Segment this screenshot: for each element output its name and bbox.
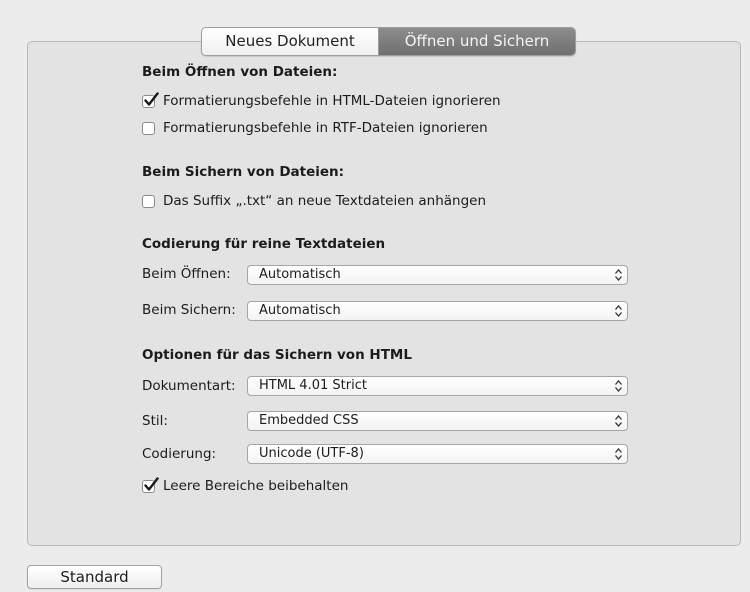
ignore-rtf-option[interactable]: Formatierungsbefehle in RTF-Dateien igno… — [142, 119, 488, 137]
html-options-heading: Optionen für das Sichern von HTML — [142, 347, 412, 363]
popup-arrows-icon — [615, 269, 622, 281]
style-select[interactable]: Embedded CSS — [247, 411, 628, 431]
standard-button[interactable]: Standard — [27, 565, 162, 589]
append-suffix-label: Das Suffix „.txt“ an neue Textdateien an… — [163, 193, 487, 209]
preferences-pane — [27, 41, 741, 546]
ignore-rtf-label: Formatierungsbefehle in RTF-Dateien igno… — [163, 120, 488, 136]
ignore-html-option[interactable]: Formatierungsbefehle in HTML-Dateien ign… — [142, 91, 501, 110]
checkmark-icon — [144, 91, 159, 106]
preserve-whitespace-option[interactable]: Leere Bereiche beibehalten — [142, 476, 349, 495]
style-label: Stil: — [142, 413, 168, 429]
open-encoding-label: Beim Öffnen: — [142, 266, 231, 282]
ignore-html-checkbox[interactable] — [142, 91, 159, 108]
save-encoding-value: Automatisch — [259, 303, 341, 318]
open-encoding-select[interactable]: Automatisch — [247, 265, 628, 285]
append-suffix-checkbox[interactable] — [142, 194, 155, 208]
encoding-heading: Codierung für reine Textdateien — [142, 236, 386, 252]
preserve-whitespace-checkbox[interactable] — [142, 476, 159, 493]
doctype-select[interactable]: HTML 4.01 Strict — [247, 376, 628, 396]
ignore-html-label: Formatierungsbefehle in HTML-Dateien ign… — [163, 93, 501, 109]
save-encoding-select[interactable]: Automatisch — [247, 301, 628, 321]
doctype-label: Dokumentart: — [142, 378, 236, 394]
append-suffix-option[interactable]: Das Suffix „.txt“ an neue Textdateien an… — [142, 192, 486, 210]
tab-bar: Neues Dokument Öffnen und Sichern — [201, 27, 576, 56]
doctype-value: HTML 4.01 Strict — [259, 378, 367, 393]
open-encoding-value: Automatisch — [259, 267, 341, 282]
save-files-heading: Beim Sichern von Dateien: — [142, 164, 345, 180]
popup-arrows-icon — [615, 380, 622, 392]
checkmark-icon — [144, 476, 159, 491]
tab-open-and-save[interactable]: Öffnen und Sichern — [379, 28, 575, 55]
ignore-rtf-checkbox[interactable] — [142, 121, 155, 135]
style-value: Embedded CSS — [259, 413, 359, 428]
popup-arrows-icon — [615, 305, 622, 317]
tab-new-document[interactable]: Neues Dokument — [202, 28, 379, 55]
html-encoding-label: Codierung: — [142, 446, 217, 462]
open-files-heading: Beim Öffnen von Dateien: — [142, 64, 338, 80]
save-encoding-label: Beim Sichern: — [142, 302, 236, 318]
html-encoding-value: Unicode (UTF-8) — [259, 446, 364, 461]
preserve-whitespace-label: Leere Bereiche beibehalten — [163, 478, 349, 494]
popup-arrows-icon — [615, 415, 622, 427]
html-encoding-select[interactable]: Unicode (UTF-8) — [247, 444, 628, 464]
popup-arrows-icon — [615, 448, 622, 460]
